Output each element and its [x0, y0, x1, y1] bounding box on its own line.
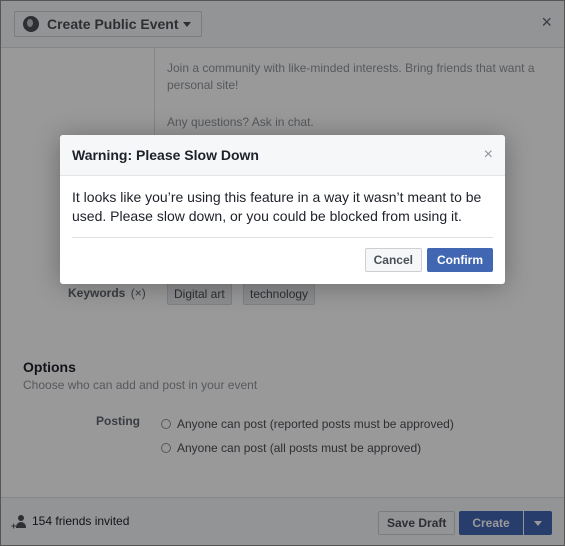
close-icon[interactable]: ×: [484, 147, 493, 163]
cancel-button[interactable]: Cancel: [364, 248, 422, 272]
modal-title: Warning: Please Slow Down: [72, 147, 259, 163]
confirm-button[interactable]: Confirm: [427, 248, 493, 272]
modal-divider: [72, 237, 493, 238]
modal-footer: Cancel Confirm: [364, 248, 493, 272]
modal-header: Warning: Please Slow Down ×: [60, 135, 505, 176]
warning-modal: Warning: Please Slow Down × It looks lik…: [60, 135, 505, 284]
modal-message: It looks like you’re using this feature …: [72, 189, 482, 224]
